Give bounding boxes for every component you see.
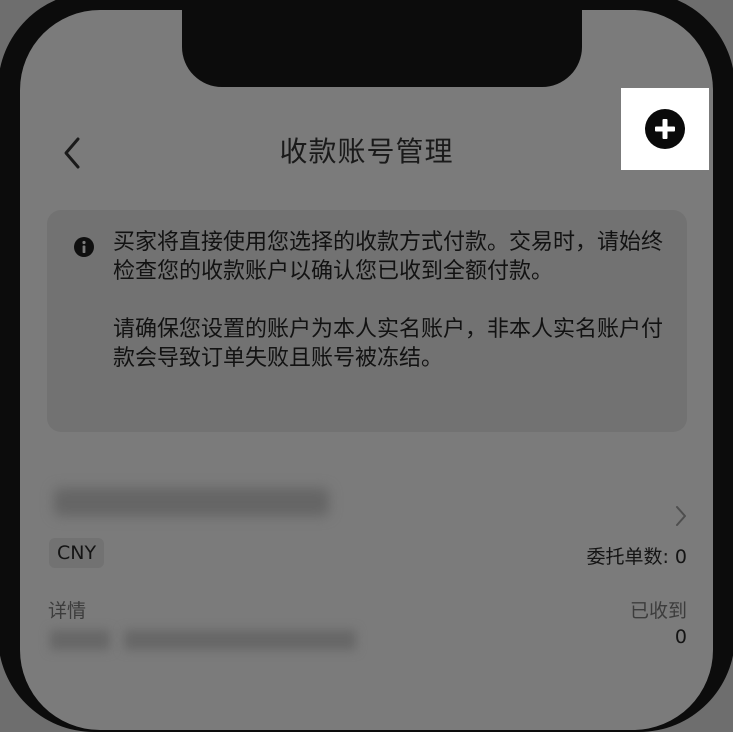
notice-paragraph-2: 请确保您设置的账户为本人实名账户，非本人实名账户付款会导致订单失败且账号被冻结。 — [113, 317, 664, 371]
order-count: 委托单数: 0 — [586, 546, 687, 568]
page-title: 收款账号管理 — [279, 135, 454, 168]
notice-box: 买家将直接使用您选择的收款方式付款。交易时，请始终检查您的收款账户以确认您已收到… — [47, 210, 687, 432]
plus-circle-icon — [645, 109, 685, 149]
phone-screen: 收款账号管理 买家将直接使用您选择的收款方式付款。交易时，请始终检查您的收款账户… — [20, 10, 713, 730]
notice-text: 买家将直接使用您选择的收款方式付款。交易时，请始终检查您的收款账户以确认您已收到… — [113, 228, 673, 373]
blurred-detail — [50, 630, 110, 650]
received-label: 已收到 — [629, 600, 687, 622]
notice-paragraph-1: 买家将直接使用您选择的收款方式付款。交易时，请始终检查您的收款账户以确认您已收到… — [113, 230, 664, 284]
info-icon — [74, 237, 94, 257]
detail-label: 详情 — [48, 600, 87, 622]
blurred-detail — [124, 630, 356, 650]
add-account-button[interactable] — [621, 88, 709, 170]
chevron-right-icon[interactable] — [672, 504, 690, 528]
currency-badge: CNY — [49, 538, 105, 568]
phone-notch — [182, 10, 582, 87]
received-value: 0 — [674, 626, 687, 648]
blurred-account-name — [54, 488, 329, 516]
